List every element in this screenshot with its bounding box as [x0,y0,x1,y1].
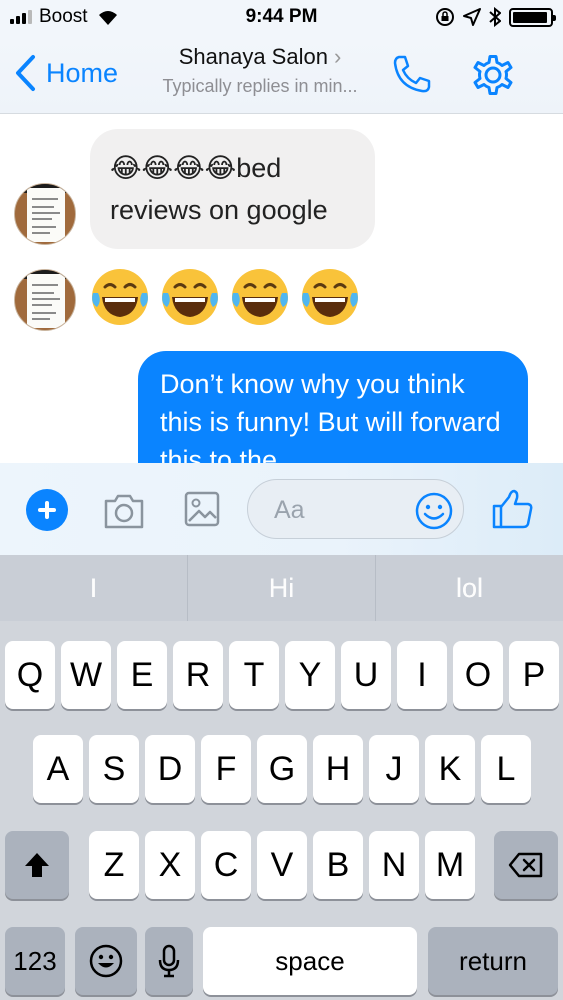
incoming-emoji-message[interactable] [88,265,362,329]
key[interactable]: Z [89,831,139,899]
reply-time-subtitle: Typically replies in min... [162,76,358,96]
key[interactable]: M [425,831,475,899]
incoming-message[interactable]: 😂😂😂😂bed reviews on google [90,129,375,249]
key[interactable]: P [509,641,559,709]
laughing-emoji-icon [162,269,218,325]
status-icons [435,7,556,27]
prediction-label: lol [455,572,483,603]
key[interactable]: L [481,735,531,803]
space-key[interactable]: space [203,927,417,995]
key[interactable]: Y [285,641,335,709]
laughing-emoji-icon [302,269,358,325]
avatar[interactable] [14,183,76,245]
key[interactable]: C [201,831,251,899]
back-button[interactable]: Home [14,54,118,92]
phone-icon[interactable] [390,52,434,96]
back-label: Home [46,57,119,88]
battery-icon [509,7,556,27]
key[interactable]: R [173,641,223,709]
shift-key[interactable] [5,831,69,899]
key[interactable]: Q [5,641,55,709]
message-list[interactable]: 😂😂😂😂bed reviews on google Don’t know why… [0,115,563,463]
key[interactable]: A [33,735,83,803]
lock-rotation-icon [436,8,454,26]
chevron-right-icon: › [333,44,342,69]
laughing-emoji-icon [92,269,148,325]
gear-icon[interactable] [470,52,516,98]
outgoing-message[interactable]: Don’t know why you think this is funny! … [138,351,528,463]
delete-icon [508,852,543,878]
key[interactable]: K [425,735,475,803]
key[interactable]: I [397,641,447,709]
key[interactable]: V [257,831,307,899]
key[interactable]: D [145,735,195,803]
keyboard: I Hi lol Q W E R T Y U I O P A S D F G H… [0,555,563,1000]
key[interactable]: H [313,735,363,803]
key[interactable]: J [369,735,419,803]
key[interactable]: N [369,831,419,899]
contact-name: Shanaya Salon [178,44,328,69]
key[interactable]: B [313,831,363,899]
contact-title[interactable]: Shanaya Salon › Typically replies in min.… [140,44,380,97]
camera-icon[interactable] [102,491,146,531]
key[interactable]: F [201,735,251,803]
prediction-item[interactable]: I [0,555,187,621]
key[interactable]: T [229,641,279,709]
laughing-emoji-icon [232,269,288,325]
back-chevron-icon [16,55,35,91]
prediction-item[interactable]: Hi [187,555,375,621]
key[interactable]: O [453,641,503,709]
prediction-item[interactable]: lol [375,555,563,621]
emoji-icon [89,944,123,978]
smile-icon[interactable] [414,491,454,531]
conversation-header: Home Shanaya Salon › Typically replies in… [0,36,563,114]
numbers-key[interactable]: 123 [5,927,65,995]
delete-key[interactable] [494,831,558,899]
prediction-label: Hi [268,572,295,603]
plus-icon[interactable] [26,489,68,531]
dictation-key[interactable] [145,927,193,995]
message-placeholder: Aa [274,496,305,524]
status-bar: Boost 9:44 PM [0,0,563,36]
shift-icon [25,853,49,877]
emoji-key[interactable] [75,927,137,995]
key[interactable]: S [89,735,139,803]
avatar[interactable] [14,269,76,331]
key[interactable]: G [257,735,307,803]
microphone-icon [158,944,180,978]
image-icon[interactable] [184,489,220,529]
predictive-bar: I Hi lol [0,555,563,621]
bluetooth-icon [489,7,501,27]
key[interactable]: E [117,641,167,709]
key[interactable]: W [61,641,111,709]
return-key[interactable]: return [428,927,558,995]
prediction-label: I [89,572,98,603]
location-icon [463,8,481,26]
key[interactable]: U [341,641,391,709]
thumbs-up-icon[interactable] [490,487,534,531]
key[interactable]: X [145,831,195,899]
composer-bar: Aa [0,463,563,555]
